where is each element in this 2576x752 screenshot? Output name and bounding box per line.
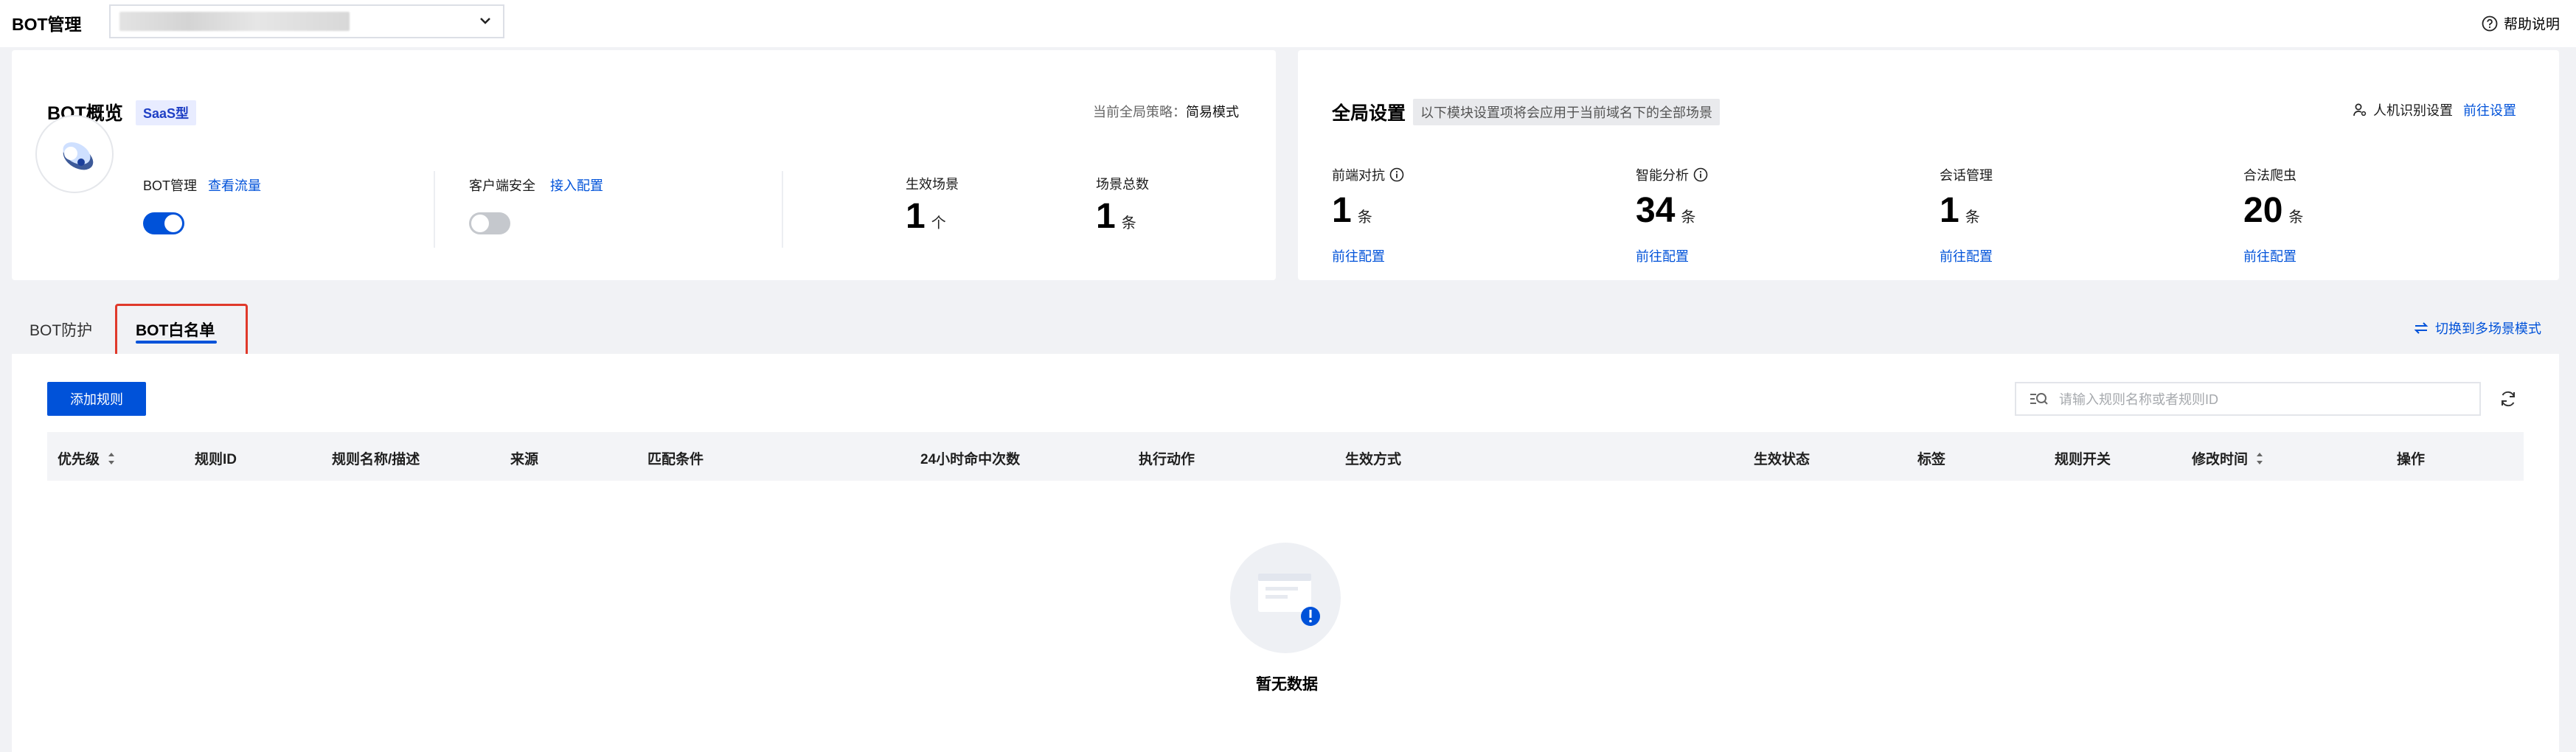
refresh-icon[interactable] — [2499, 389, 2518, 408]
column-header-match-conditions: 匹配条件 — [648, 452, 704, 467]
bot-mgmt-label: BOT管理 — [143, 178, 198, 193]
client-security-toggle[interactable] — [469, 212, 510, 234]
column-header-effect-mode: 生效方式 — [1345, 452, 1402, 467]
stat-session-label: 会话管理 — [1940, 168, 1993, 183]
stat-session-unit: 条 — [1965, 209, 1980, 226]
add-rule-button[interactable]: 添加规则 — [47, 382, 146, 416]
rule-search — [2015, 382, 2481, 416]
stat-analysis-link[interactable]: 前往配置 — [1636, 246, 1689, 265]
stat-crawler-link[interactable]: 前往配置 — [2243, 246, 2296, 265]
policy-label: 当前全局策略： — [1093, 105, 1186, 119]
active-scenes-stat: 1 个 — [906, 196, 946, 237]
policy-status: 当前全局策略：简易模式 — [1093, 102, 1239, 121]
stat-crawler-label: 合法爬虫 — [2243, 168, 2296, 183]
stat-analysis-unit: 条 — [1681, 209, 1696, 226]
active-scenes-label: 生效场景 — [906, 177, 959, 192]
stat-crawler-value: 20 — [2243, 191, 2283, 230]
divider — [782, 171, 783, 248]
view-traffic-link[interactable]: 查看流量 — [208, 175, 261, 195]
empty-document-icon — [1258, 574, 1320, 626]
table-header: 优先级 规则ID 规则名称/描述 来源 匹配条件 24小时命中次数 执行动作 生… — [47, 432, 2524, 481]
info-icon[interactable] — [1389, 167, 1404, 182]
global-settings-title: 全局设置 — [1332, 103, 1406, 124]
column-header-priority[interactable]: 优先级 — [58, 448, 116, 468]
stat-session-value: 1 — [1940, 191, 1959, 230]
overview-card — [12, 50, 1276, 280]
stat-analysis-value-group: 34 条 — [1636, 190, 1695, 231]
global-settings-description: 以下模块设置项将会应用于当前域名下的全部场景 — [1413, 99, 1720, 125]
column-header-source: 来源 — [510, 452, 539, 467]
captcha-settings-label: 人机识别设置 — [2373, 103, 2453, 118]
help-link[interactable]: 帮助说明 — [2482, 13, 2560, 33]
info-icon[interactable] — [1693, 167, 1708, 182]
stat-frontend-unit: 条 — [1357, 209, 1372, 226]
chevron-down-icon — [480, 18, 490, 24]
stat-analysis-header: 智能分析 — [1636, 165, 1708, 184]
column-header-rule-switch: 规则开关 — [2055, 452, 2111, 467]
stat-session-link[interactable]: 前往配置 — [1940, 246, 1993, 265]
stat-analysis-label: 智能分析 — [1636, 168, 1689, 183]
search-input[interactable] — [2059, 390, 2457, 409]
sort-icon[interactable] — [107, 452, 116, 465]
client-security-label: 客户端安全 — [469, 178, 535, 193]
active-scenes-unit: 个 — [931, 215, 946, 231]
column-header-hits-24h: 24小时命中次数 — [920, 452, 1021, 467]
column-header-operations: 操作 — [2397, 452, 2426, 467]
policy-value: 简易模式 — [1186, 105, 1239, 119]
captcha-settings-link[interactable]: 前往设置 — [2463, 100, 2516, 119]
help-label: 帮助说明 — [2503, 17, 2560, 32]
domain-select[interactable] — [109, 4, 504, 38]
stat-frontend-header: 前端对抗 — [1332, 165, 1404, 184]
switch-mode-link[interactable]: 切换到多场景模式 — [2413, 318, 2541, 338]
bot-mgmt-toggle[interactable] — [143, 212, 184, 234]
stat-frontend-value: 1 — [1332, 191, 1352, 230]
stat-frontend-label: 前端对抗 — [1332, 168, 1385, 183]
top-bar: BOT管理 帮助说明 — [0, 0, 2576, 47]
bot-avatar — [35, 115, 114, 193]
column-header-status: 生效状态 — [1754, 452, 1811, 467]
divider — [434, 171, 435, 248]
column-header-rule-id: 规则ID — [195, 452, 237, 467]
stat-frontend-value-group: 1 条 — [1332, 190, 1372, 231]
stat-frontend-link[interactable]: 前往配置 — [1332, 246, 1385, 265]
total-scenes-value: 1 — [1096, 197, 1116, 236]
stat-analysis-value: 34 — [1636, 191, 1676, 230]
total-scenes-unit: 条 — [1121, 215, 1136, 231]
empty-state-text: 暂无数据 — [1256, 676, 1318, 693]
stat-session-value-group: 1 条 — [1940, 190, 1980, 231]
domain-value-redacted — [119, 12, 350, 31]
column-header-action: 执行动作 — [1139, 452, 1195, 467]
global-settings-card — [1298, 50, 2559, 280]
switch-icon — [2414, 322, 2429, 334]
robot-icon — [63, 142, 94, 170]
total-scenes-stat: 1 条 — [1096, 196, 1136, 237]
column-header-modified-time[interactable]: 修改时间 — [2192, 448, 2264, 468]
column-header-tags: 标签 — [1917, 452, 1946, 467]
stat-crawler-unit: 条 — [2288, 209, 2304, 226]
access-config-link[interactable]: 接入配置 — [550, 175, 603, 195]
column-header-rule-name: 规则名称/描述 — [332, 452, 420, 467]
search-icon — [2030, 393, 2048, 405]
active-scenes-value: 1 — [906, 197, 926, 236]
stat-crawler-value-group: 20 条 — [2243, 190, 2303, 231]
tab-bot-protection[interactable]: BOT防护 — [29, 318, 92, 341]
user-settings-icon — [2353, 103, 2367, 116]
total-scenes-label: 场景总数 — [1096, 177, 1149, 192]
page-title: BOT管理 — [12, 15, 82, 34]
edition-badge: SaaS型 — [136, 100, 197, 125]
captcha-settings: 人机识别设置 前往设置 — [2353, 100, 2516, 119]
help-icon — [2482, 15, 2498, 31]
sort-icon[interactable] — [2255, 452, 2264, 465]
switch-mode-label: 切换到多场景模式 — [2435, 321, 2541, 336]
empty-state-illustration — [1230, 543, 1341, 653]
